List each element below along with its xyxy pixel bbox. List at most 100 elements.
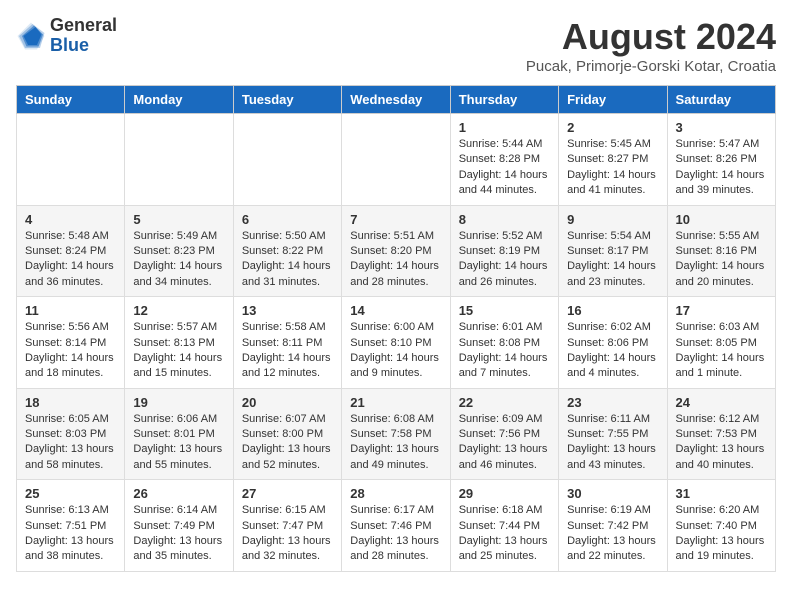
calendar-table: SundayMondayTuesdayWednesdayThursdayFrid… — [16, 85, 776, 572]
day-info: Sunrise: 5:49 AM Sunset: 8:23 PM Dayligh… — [133, 229, 224, 291]
day-number: 19 — [133, 395, 224, 410]
day-info: Sunrise: 5:57 AM Sunset: 8:13 PM Dayligh… — [133, 320, 224, 382]
day-info: Sunrise: 5:58 AM Sunset: 8:11 PM Dayligh… — [242, 320, 333, 382]
day-number: 18 — [25, 395, 116, 410]
day-cell: 14 Sunrise: 6:00 AM Sunset: 8:10 PM Dayli… — [342, 297, 450, 389]
day-info: Sunrise: 6:20 AM Sunset: 7:40 PM Dayligh… — [676, 503, 767, 565]
day-number: 11 — [25, 303, 116, 318]
logo-text: General Blue — [50, 16, 117, 56]
day-number: 17 — [676, 303, 767, 318]
day-number: 6 — [242, 212, 333, 227]
day-info: Sunrise: 6:18 AM Sunset: 7:44 PM Dayligh… — [459, 503, 550, 565]
day-info: Sunrise: 6:06 AM Sunset: 8:01 PM Dayligh… — [133, 412, 224, 474]
day-cell — [17, 114, 125, 206]
day-cell — [342, 114, 450, 206]
day-number: 9 — [567, 212, 658, 227]
day-info: Sunrise: 5:56 AM Sunset: 8:14 PM Dayligh… — [25, 320, 116, 382]
day-cell: 20 Sunrise: 6:07 AM Sunset: 8:00 PM Dayli… — [233, 388, 341, 480]
day-number: 12 — [133, 303, 224, 318]
day-number: 30 — [567, 486, 658, 501]
logo-blue: Blue — [50, 36, 117, 56]
calendar-body: 1Sunrise: 5:44 AM Sunset: 8:28 PM Daylig… — [17, 114, 776, 572]
logo-general: General — [50, 16, 117, 36]
day-number: 5 — [133, 212, 224, 227]
day-number: 24 — [676, 395, 767, 410]
day-number: 26 — [133, 486, 224, 501]
header-friday: Friday — [559, 86, 667, 114]
day-info: Sunrise: 5:51 AM Sunset: 8:20 PM Dayligh… — [350, 229, 441, 291]
logo: General Blue — [16, 16, 117, 56]
header-saturday: Saturday — [667, 86, 775, 114]
day-info: Sunrise: 6:07 AM Sunset: 8:00 PM Dayligh… — [242, 412, 333, 474]
day-info: Sunrise: 6:13 AM Sunset: 7:51 PM Dayligh… — [25, 503, 116, 565]
day-info: Sunrise: 5:48 AM Sunset: 8:24 PM Dayligh… — [25, 229, 116, 291]
day-cell: 19 Sunrise: 6:06 AM Sunset: 8:01 PM Dayli… — [125, 388, 233, 480]
header-wednesday: Wednesday — [342, 86, 450, 114]
week-row-4: 25 Sunrise: 6:13 AM Sunset: 7:51 PM Dayli… — [17, 480, 776, 572]
day-cell: 21 Sunrise: 6:08 AM Sunset: 7:58 PM Dayli… — [342, 388, 450, 480]
day-cell: 22 Sunrise: 6:09 AM Sunset: 7:56 PM Dayli… — [450, 388, 558, 480]
day-info: Sunrise: 6:03 AM Sunset: 8:05 PM Dayligh… — [676, 320, 767, 382]
title-block: August 2024 Pucak, Primorje-Gorski Kotar… — [526, 16, 776, 75]
day-info: Sunrise: 6:09 AM Sunset: 7:56 PM Dayligh… — [459, 412, 550, 474]
day-number: 20 — [242, 395, 333, 410]
day-cell: 16Sunrise: 6:02 AM Sunset: 8:06 PM Dayli… — [559, 297, 667, 389]
week-row-0: 1Sunrise: 5:44 AM Sunset: 8:28 PM Daylig… — [17, 114, 776, 206]
day-info: Sunrise: 5:52 AM Sunset: 8:19 PM Dayligh… — [459, 229, 550, 291]
day-info: Sunrise: 6:19 AM Sunset: 7:42 PM Dayligh… — [567, 503, 658, 565]
day-cell — [125, 114, 233, 206]
logo-icon — [16, 21, 46, 51]
header-row: SundayMondayTuesdayWednesdayThursdayFrid… — [17, 86, 776, 114]
day-cell: 25 Sunrise: 6:13 AM Sunset: 7:51 PM Dayli… — [17, 480, 125, 572]
day-info: Sunrise: 6:02 AM Sunset: 8:06 PM Dayligh… — [567, 320, 658, 382]
day-number: 2 — [567, 120, 658, 135]
day-cell: 18 Sunrise: 6:05 AM Sunset: 8:03 PM Dayli… — [17, 388, 125, 480]
day-number: 15 — [459, 303, 550, 318]
subtitle: Pucak, Primorje-Gorski Kotar, Croatia — [526, 58, 776, 75]
header: General Blue August 2024 Pucak, Primorje… — [16, 16, 776, 75]
day-number: 22 — [459, 395, 550, 410]
week-row-2: 11 Sunrise: 5:56 AM Sunset: 8:14 PM Dayli… — [17, 297, 776, 389]
day-info: Sunrise: 5:47 AM Sunset: 8:26 PM Dayligh… — [676, 137, 767, 199]
day-cell: 4 Sunrise: 5:48 AM Sunset: 8:24 PM Daylig… — [17, 205, 125, 297]
day-cell: 15 Sunrise: 6:01 AM Sunset: 8:08 PM Dayli… — [450, 297, 558, 389]
day-number: 29 — [459, 486, 550, 501]
day-cell: 5 Sunrise: 5:49 AM Sunset: 8:23 PM Daylig… — [125, 205, 233, 297]
day-cell: 27Sunrise: 6:15 AM Sunset: 7:47 PM Dayli… — [233, 480, 341, 572]
day-number: 28 — [350, 486, 441, 501]
day-cell: 3 Sunrise: 5:47 AM Sunset: 8:26 PM Daylig… — [667, 114, 775, 206]
day-cell: 9Sunrise: 5:54 AM Sunset: 8:17 PM Daylig… — [559, 205, 667, 297]
day-cell: 31 Sunrise: 6:20 AM Sunset: 7:40 PM Dayli… — [667, 480, 775, 572]
day-cell — [233, 114, 341, 206]
day-info: Sunrise: 5:50 AM Sunset: 8:22 PM Dayligh… — [242, 229, 333, 291]
day-cell: 11 Sunrise: 5:56 AM Sunset: 8:14 PM Dayli… — [17, 297, 125, 389]
day-cell: 23 Sunrise: 6:11 AM Sunset: 7:55 PM Dayli… — [559, 388, 667, 480]
day-number: 14 — [350, 303, 441, 318]
day-info: Sunrise: 6:12 AM Sunset: 7:53 PM Dayligh… — [676, 412, 767, 474]
header-thursday: Thursday — [450, 86, 558, 114]
day-number: 21 — [350, 395, 441, 410]
day-info: Sunrise: 6:05 AM Sunset: 8:03 PM Dayligh… — [25, 412, 116, 474]
day-cell: 26Sunrise: 6:14 AM Sunset: 7:49 PM Dayli… — [125, 480, 233, 572]
day-number: 31 — [676, 486, 767, 501]
day-info: Sunrise: 5:55 AM Sunset: 8:16 PM Dayligh… — [676, 229, 767, 291]
day-info: Sunrise: 6:17 AM Sunset: 7:46 PM Dayligh… — [350, 503, 441, 565]
day-cell: 13 Sunrise: 5:58 AM Sunset: 8:11 PM Dayli… — [233, 297, 341, 389]
day-cell: 2Sunrise: 5:45 AM Sunset: 8:27 PM Daylig… — [559, 114, 667, 206]
day-info: Sunrise: 6:01 AM Sunset: 8:08 PM Dayligh… — [459, 320, 550, 382]
day-number: 1 — [459, 120, 550, 135]
day-number: 4 — [25, 212, 116, 227]
day-info: Sunrise: 6:08 AM Sunset: 7:58 PM Dayligh… — [350, 412, 441, 474]
day-cell: 24 Sunrise: 6:12 AM Sunset: 7:53 PM Dayli… — [667, 388, 775, 480]
day-number: 23 — [567, 395, 658, 410]
header-monday: Monday — [125, 86, 233, 114]
day-cell: 1Sunrise: 5:44 AM Sunset: 8:28 PM Daylig… — [450, 114, 558, 206]
day-number: 3 — [676, 120, 767, 135]
day-number: 13 — [242, 303, 333, 318]
day-cell: 8Sunrise: 5:52 AM Sunset: 8:19 PM Daylig… — [450, 205, 558, 297]
day-info: Sunrise: 6:11 AM Sunset: 7:55 PM Dayligh… — [567, 412, 658, 474]
day-number: 25 — [25, 486, 116, 501]
day-info: Sunrise: 6:00 AM Sunset: 8:10 PM Dayligh… — [350, 320, 441, 382]
header-tuesday: Tuesday — [233, 86, 341, 114]
day-cell: 29 Sunrise: 6:18 AM Sunset: 7:44 PM Dayli… — [450, 480, 558, 572]
